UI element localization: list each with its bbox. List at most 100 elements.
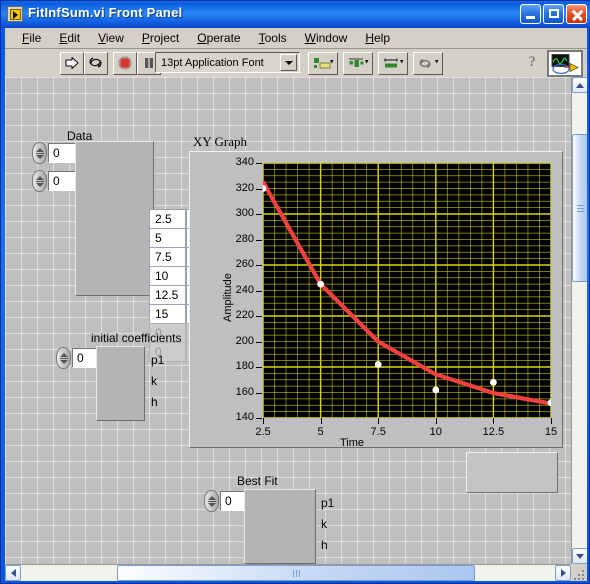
table-cell[interactable]: 5: [149, 228, 186, 248]
vertical-scroll-thumb[interactable]: [572, 134, 587, 282]
font-selector-value: 13pt Application Font: [161, 56, 264, 69]
data-index-spinner-row[interactable]: [32, 142, 47, 164]
vi-connector-icon[interactable]: [547, 50, 583, 77]
y-axis-tick-label: 200: [235, 334, 254, 347]
x-axis-tick-label: 12.5: [482, 426, 505, 438]
x-axis-tick-mark: [551, 418, 552, 424]
y-axis-tick-label: 280: [235, 232, 254, 245]
window-frame: FitInfSum.vi Front Panel File Edit View …: [0, 0, 590, 584]
y-axis-tick-label: 140: [235, 411, 254, 423]
vertical-scrollbar[interactable]: [571, 77, 587, 564]
menu-item-project[interactable]: Project: [133, 29, 188, 47]
y-axis-tick-mark: [256, 290, 262, 292]
y-axis-tick-mark: [256, 316, 262, 317]
best-fit-array: 364.683 -0.434865 2.82798: [244, 489, 316, 564]
plot-legend[interactable]: Data Fit: [466, 452, 558, 493]
xy-graph[interactable]: 140 160 180 200 220 240 260 280 300 320 340 2.5 5 7.…: [189, 151, 563, 449]
table-cell[interactable]: 12.5: [149, 285, 186, 305]
menu-item-view[interactable]: View: [89, 29, 133, 47]
close-button[interactable]: [566, 4, 587, 24]
y-axis-tick-mark: [256, 392, 262, 394]
chevron-right-icon[interactable]: [555, 565, 571, 581]
window-controls: [520, 4, 587, 24]
y-axis-tick-mark: [256, 367, 262, 368]
menu-item-tools[interactable]: Tools: [250, 29, 296, 47]
font-selector[interactable]: 13pt Application Font: [155, 52, 300, 73]
y-axis-tick-label: 240: [235, 283, 254, 296]
minimize-button[interactable]: [520, 4, 541, 24]
resize-grip[interactable]: [573, 567, 586, 580]
best-fit-name-k: k: [321, 517, 327, 531]
chevron-down-icon[interactable]: [572, 548, 587, 564]
context-help-icon[interactable]: ?: [521, 52, 543, 73]
y-axis-tick-label: 300: [235, 207, 254, 219]
x-axis-tick-label: 5: [317, 426, 324, 438]
table-cell[interactable]: 2.5: [149, 209, 186, 229]
menu-item-help[interactable]: Help: [356, 29, 399, 47]
menu-item-edit[interactable]: Edit: [50, 29, 89, 47]
data-index-row-value[interactable]: 0: [48, 143, 76, 163]
initial-coefficient-name-p1: p1: [151, 353, 165, 367]
plot-area[interactable]: [263, 163, 551, 418]
x-axis-tick-label: 7.5: [370, 426, 386, 438]
best-fit-index-spinner[interactable]: [204, 490, 219, 512]
y-axis-tick-label: 260: [235, 258, 254, 270]
x-axis-tick-mark: [320, 418, 322, 424]
labview-vi-icon: [7, 6, 23, 22]
initial-coefficients-label: initial coefficients: [91, 331, 182, 345]
maximize-button[interactable]: [543, 4, 564, 24]
menu-item-operate[interactable]: Operate: [188, 29, 249, 47]
initial-coefficients-array[interactable]: 450 -0.5 2: [96, 346, 145, 421]
y-axis-tick-mark: [256, 239, 262, 241]
chevron-down-icon[interactable]: [280, 54, 297, 71]
run-arrow-icon[interactable]: [60, 51, 84, 75]
reorder-objects-icon[interactable]: [413, 51, 443, 75]
distribute-objects-icon[interactable]: [343, 51, 373, 75]
x-axis-tick-mark: [263, 418, 264, 424]
y-axis-tick-label: 180: [235, 360, 254, 372]
x-axis-tick-mark: [435, 418, 437, 424]
labview-front-panel-window: FitInfSum.vi Front Panel File Edit View …: [0, 0, 590, 584]
y-axis-tick-mark: [256, 341, 262, 343]
data-array-table[interactable]: 2.5 5 7.5 10 12.5 15 0 0 320 245 182 162…: [75, 141, 223, 362]
toolbar: 13pt Application Font ?: [5, 49, 587, 78]
horizontal-scroll-thumb[interactable]: [117, 565, 475, 581]
chevron-up-icon[interactable]: [572, 77, 587, 93]
client-area: File Edit View Project Operate Tools Win…: [5, 28, 587, 581]
x-axis-tick-mark: [378, 418, 380, 424]
align-objects-icon[interactable]: [308, 51, 338, 75]
y-axis-tick-mark: [256, 163, 262, 164]
y-axis-tick-label: 220: [235, 309, 254, 321]
y-axis-tick-label: 160: [235, 385, 254, 398]
y-axis-tick-mark: [256, 214, 262, 215]
y-axis-tick-label: 320: [235, 181, 254, 194]
best-fit-name-h: h: [321, 538, 328, 552]
x-axis-tick-mark: [493, 418, 495, 424]
y-axis-tick-mark: [256, 418, 262, 419]
resize-objects-icon[interactable]: [378, 51, 408, 75]
y-axis-tick-label: 340: [235, 156, 254, 168]
data-index-col-value[interactable]: 0: [48, 171, 76, 191]
chevron-left-icon[interactable]: [5, 565, 21, 581]
horizontal-scrollbar[interactable]: [5, 564, 571, 581]
y-axis-tick-mark: [256, 265, 262, 266]
y-axis-title: Amplitude: [222, 273, 234, 322]
table-cell[interactable]: 15: [149, 304, 186, 324]
menu-item-window[interactable]: Window: [296, 29, 357, 47]
menu-item-file[interactable]: File: [13, 29, 50, 47]
graph-title: XY Graph: [193, 134, 248, 149]
menu-bar: File Edit View Project Operate Tools Win…: [5, 28, 587, 49]
table-cell[interactable]: 10: [149, 266, 186, 286]
run-continuous-icon[interactable]: [84, 51, 108, 75]
initial-coefficient-name-k: k: [151, 374, 157, 388]
title-bar[interactable]: FitInfSum.vi Front Panel: [1, 1, 590, 28]
x-axis-tick-label: 15: [544, 426, 558, 438]
table-cell[interactable]: 7.5: [149, 247, 186, 267]
x-axis-tick-label: 10: [429, 426, 442, 438]
initial-coefficient-name-h: h: [151, 395, 158, 409]
front-panel-canvas: Data 0 0 2.5 5 7.5 10 12.5 15 0 0 initia…: [5, 77, 571, 564]
x-axis-tick-label: 2.5: [255, 426, 271, 438]
abort-execution-icon[interactable]: [113, 51, 137, 75]
initial-coefficients-index-spinner[interactable]: [56, 347, 71, 369]
data-index-spinner-col[interactable]: [32, 170, 47, 192]
